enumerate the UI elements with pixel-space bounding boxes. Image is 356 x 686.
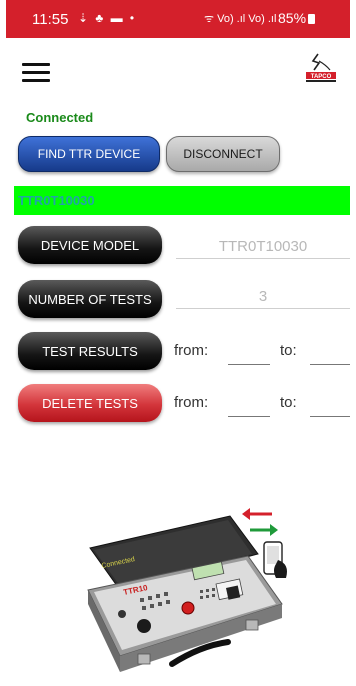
delete-tests-to-input[interactable] [310,396,350,417]
delete-tests-button[interactable]: DELETE TESTS [18,384,162,422]
phone-icon [263,541,287,578]
number-of-tests-value: 3 [176,286,350,309]
test-results-from-label: from: [174,342,209,359]
battery-icon [308,14,316,24]
delete-tests-to-label: to: [280,394,297,411]
device-model-value: TTR0T10030 [176,236,350,259]
disconnect-button[interactable]: DISCONNECT [166,136,280,172]
battery-percent: 85% [278,10,307,26]
hamburger-menu-icon[interactable] [22,63,50,83]
logo-text: TAPCO [311,74,332,80]
status-bar: 11:55 ⇣ ♣ ▬ • ᯤ Vo) .ıl Vo) .ıl 85% [6,0,350,38]
find-ttr-device-button[interactable]: FIND TTR DEVICE [18,136,160,172]
number-of-tests-button[interactable]: NUMBER OF TESTS [18,280,162,318]
device-model-button[interactable]: DEVICE MODEL [18,226,162,264]
delete-tests-from-label: from: [174,394,209,411]
notification-icons: ⇣ ♣ ▬ • [78,11,137,25]
app-screen: 11:55 ⇣ ♣ ▬ • ᯤ Vo) .ıl Vo) .ıl 85% TAPC… [6,0,350,686]
device-id-banner: TTR0T10030 [14,186,350,215]
signal-indicators: ᯤ Vo) .ıl Vo) .ıl [204,13,277,25]
test-results-to-input[interactable] [310,344,350,365]
test-results-from-input[interactable] [228,344,270,365]
test-results-button[interactable]: TEST RESULTS [18,332,162,370]
test-results-to-label: to: [280,342,297,359]
tapco-logo: TAPCO [306,53,336,82]
connection-status: Connected [26,110,94,125]
ttr-device-illustration: Connected TTR10 [87,508,287,672]
status-time: 11:55 [32,11,69,28]
battery-indicator: 85% [278,10,316,26]
transfer-arrows-icon [242,508,278,536]
delete-tests-from-input[interactable] [228,396,270,417]
